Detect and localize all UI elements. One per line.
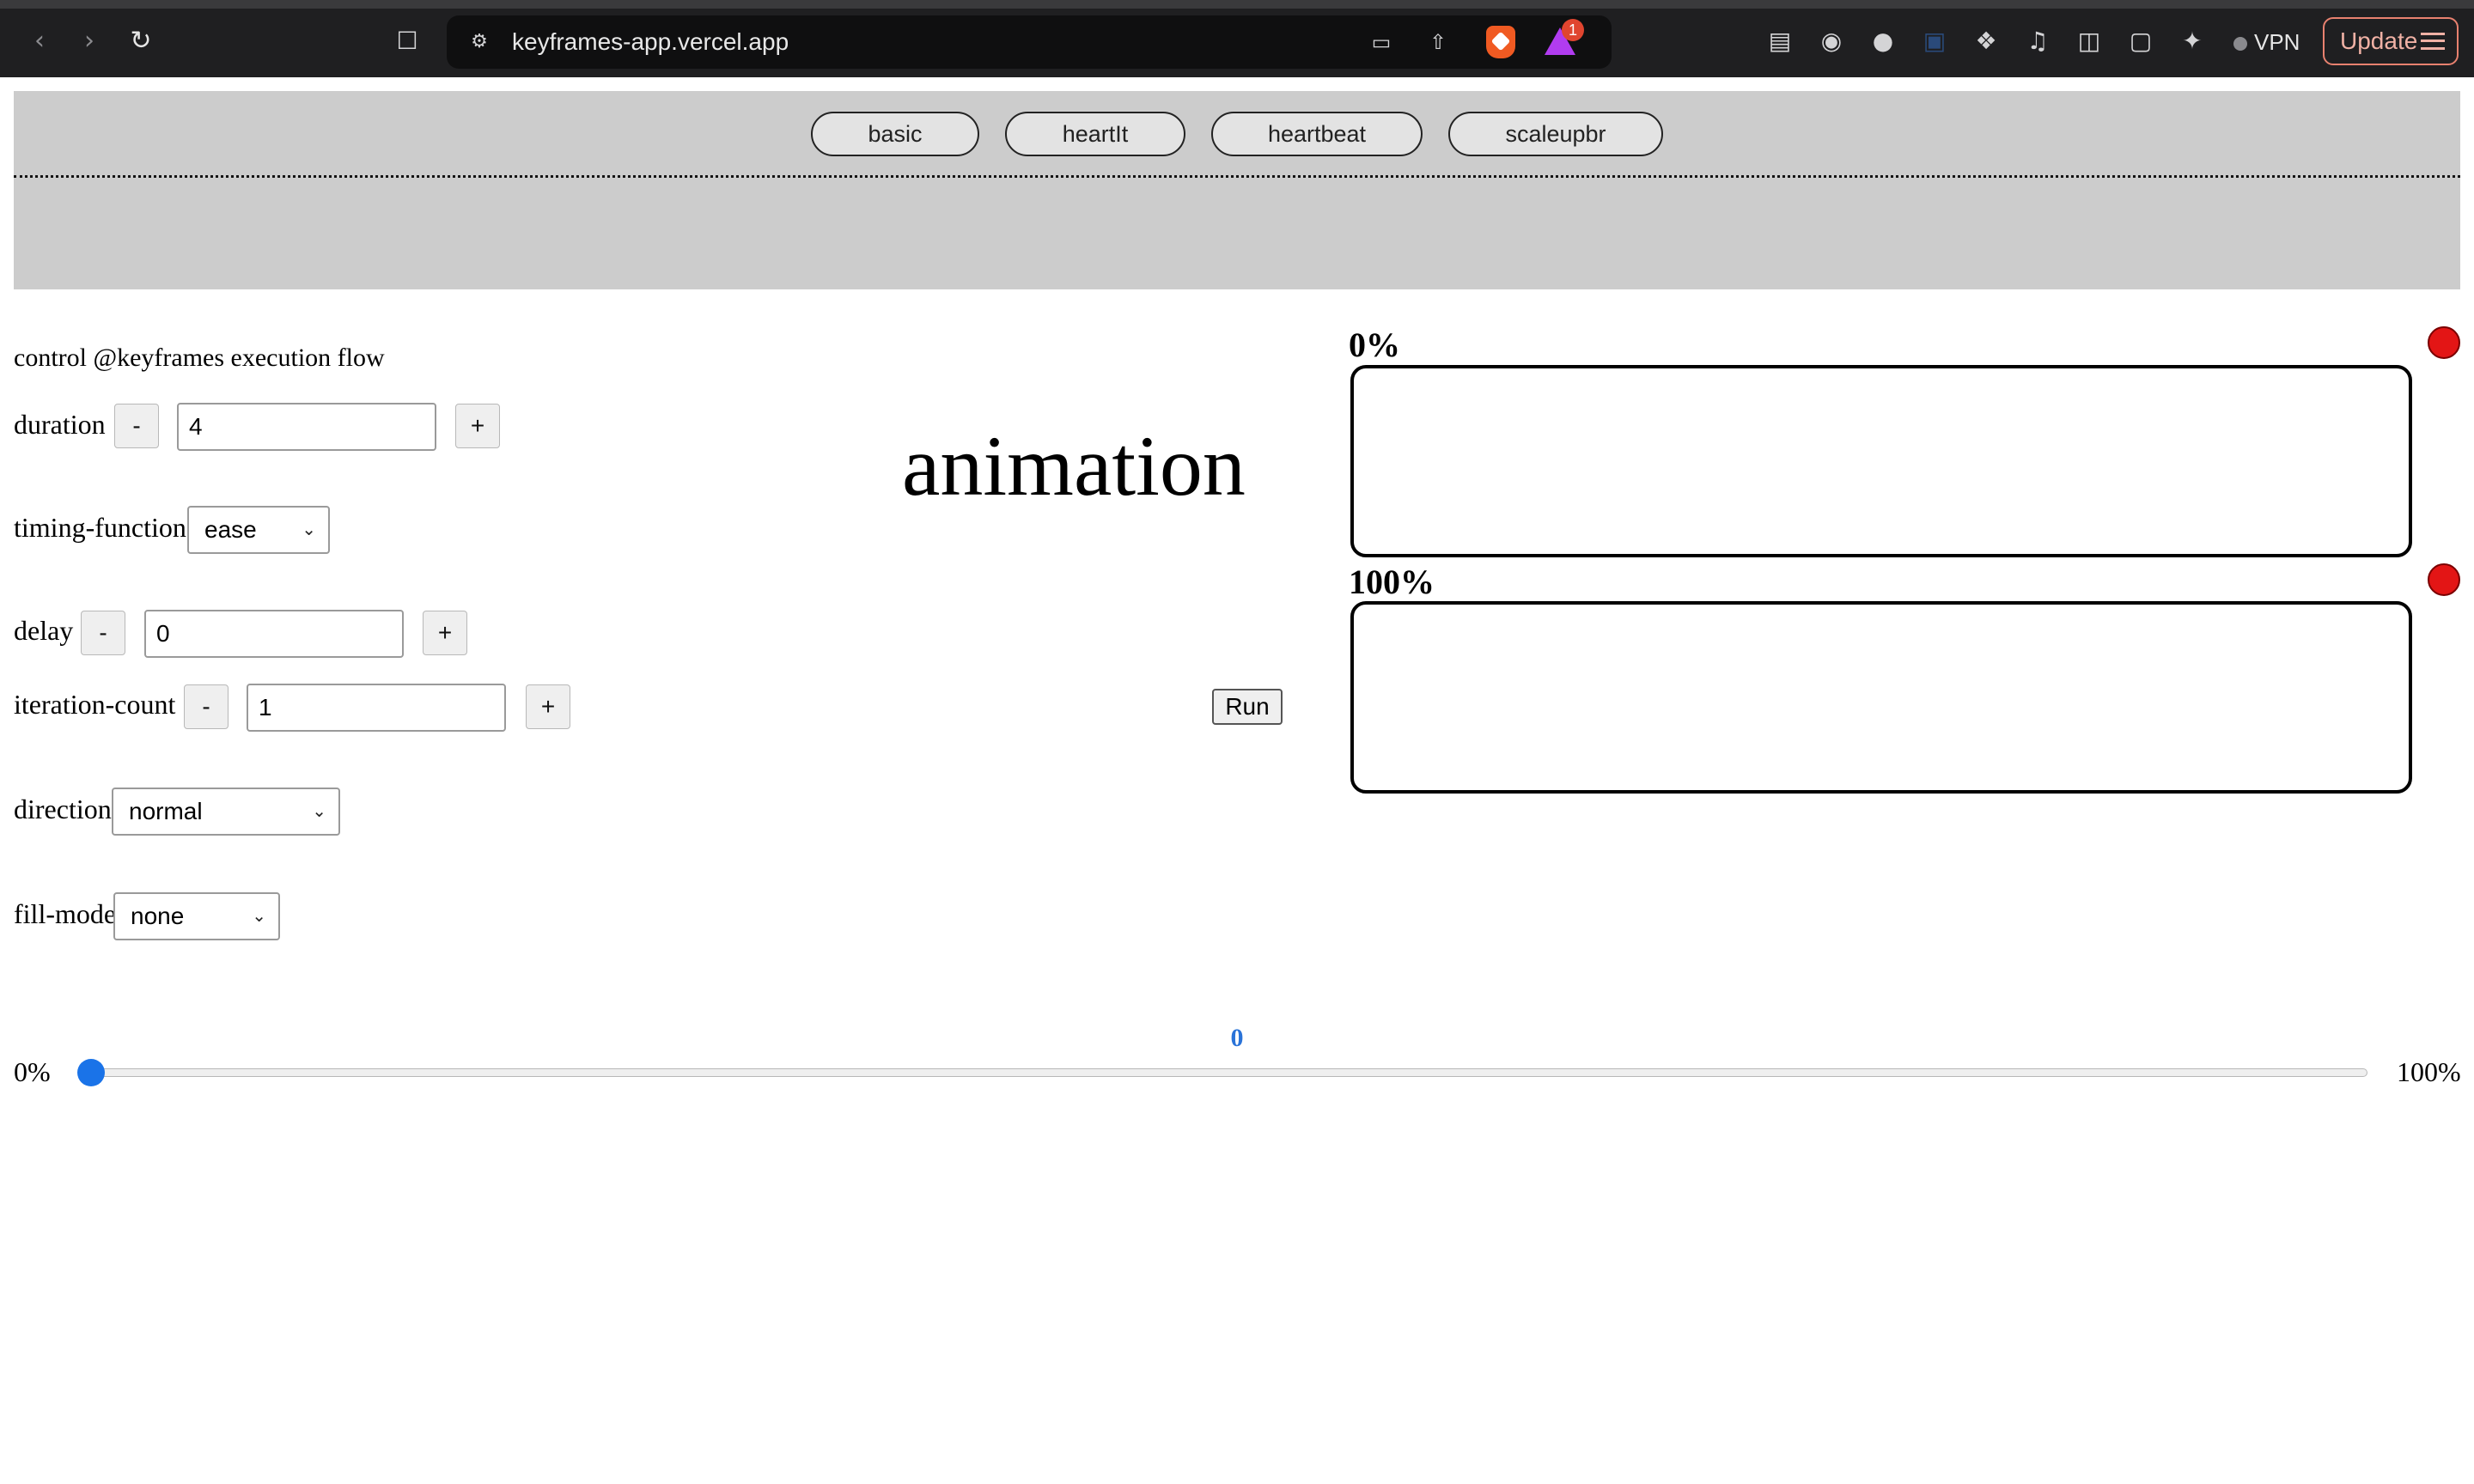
extension-files-icon[interactable]: ▤	[1763, 24, 1797, 58]
keyframe-100-remove-button[interactable]	[2428, 563, 2460, 596]
url-text: keyframes-app.vercel.app	[512, 28, 789, 55]
browser-toolbar: ‹ › ↻ ☐ ⚙ keyframes-app.vercel.app ▭ ⇧ 1…	[0, 0, 2474, 77]
preset-heartit-button[interactable]: heartIt	[1005, 112, 1185, 156]
extension-camera-icon[interactable]: ▣	[1917, 24, 1952, 58]
leo-ai-icon[interactable]: ✦	[2175, 24, 2209, 58]
controls-heading: control @keyframes execution flow	[14, 344, 385, 372]
delay-decrement-button[interactable]: -	[81, 611, 125, 655]
vpn-button[interactable]: VPN	[2225, 22, 2308, 62]
keyframe-100-label: 100%	[1349, 563, 1435, 601]
iteration-count-decrement-button[interactable]: -	[184, 684, 229, 729]
banner-divider	[14, 175, 2460, 178]
vpn-status-icon	[2233, 37, 2247, 52]
direction-value: normal	[129, 798, 203, 824]
vpn-label: VPN	[2254, 29, 2300, 55]
duration-decrement-button[interactable]: -	[114, 404, 159, 448]
chevron-down-icon: ⌄	[252, 907, 266, 926]
chevron-down-icon: ⌄	[302, 520, 316, 539]
sidebar-icon[interactable]: ◫	[2072, 24, 2106, 58]
window-top-edge	[0, 0, 2474, 9]
keyframe-100-editor[interactable]	[1350, 601, 2412, 794]
preset-banner: basic heartIt heartbeat scaleupbr	[14, 91, 2460, 289]
install-app-icon[interactable]: ▭	[1364, 25, 1398, 59]
menu-icon	[2421, 33, 2445, 50]
direction-label: direction	[14, 794, 112, 824]
timing-function-select[interactable]: ease ⌄	[187, 506, 330, 554]
fill-mode-value: none	[131, 903, 185, 929]
bookmark-icon[interactable]: ☐	[390, 24, 424, 58]
timing-function-label: timing-function	[14, 512, 186, 543]
delay-increment-button[interactable]: +	[423, 611, 467, 655]
rewards-badge: 1	[1562, 19, 1584, 41]
keyframe-0-label: 0%	[1349, 325, 1400, 364]
media-music-icon[interactable]: ♫	[2020, 24, 2055, 58]
preset-scaleupbr-button[interactable]: scaleupbr	[1448, 112, 1663, 156]
direction-select[interactable]: normal ⌄	[112, 788, 340, 836]
keyframe-0-remove-button[interactable]	[2428, 326, 2460, 359]
iteration-count-input[interactable]: 1	[247, 684, 506, 732]
brave-shields-icon[interactable]	[1486, 26, 1515, 58]
delay-input[interactable]: 0	[144, 610, 404, 658]
reload-icon[interactable]: ↻	[124, 24, 158, 58]
animation-preview-text: animation	[902, 418, 1246, 514]
duration-input[interactable]: 4	[177, 403, 436, 451]
run-button[interactable]: Run	[1212, 689, 1283, 725]
share-icon[interactable]: ⇧	[1421, 25, 1455, 59]
iteration-count-increment-button[interactable]: +	[526, 684, 570, 729]
keyframe-0-editor[interactable]	[1350, 365, 2412, 557]
preset-basic-button[interactable]: basic	[811, 112, 979, 156]
duration-increment-button[interactable]: +	[455, 404, 500, 448]
timeline-slider-track[interactable]	[82, 1068, 2367, 1077]
update-button[interactable]: Update	[2323, 17, 2459, 65]
site-settings-icon[interactable]: ⚙	[462, 25, 497, 59]
update-label: Update	[2340, 27, 2418, 54]
timeline-slider-thumb[interactable]	[77, 1059, 105, 1086]
forward-icon[interactable]: ›	[72, 24, 107, 58]
delay-label: delay	[14, 615, 74, 646]
back-icon[interactable]: ‹	[22, 24, 57, 58]
extensions-puzzle-icon[interactable]: ❖	[1969, 24, 2003, 58]
fill-mode-label: fill-mode	[14, 898, 117, 929]
timing-function-value: ease	[204, 516, 257, 543]
duration-label: duration	[14, 409, 106, 440]
iteration-count-label: iteration-count	[14, 689, 176, 720]
preset-heartbeat-button[interactable]: heartbeat	[1211, 112, 1423, 156]
chevron-down-icon: ⌄	[312, 802, 326, 821]
timeline-max-label: 100%	[2397, 1056, 2461, 1087]
timeline-value: 0	[1230, 1024, 1244, 1052]
fill-mode-select[interactable]: none ⌄	[113, 892, 280, 940]
extension-color-icon[interactable]: ◉	[1814, 24, 1849, 58]
address-bar[interactable]: ⚙ keyframes-app.vercel.app ▭ ⇧	[447, 15, 1612, 69]
timeline-min-label: 0%	[14, 1056, 51, 1087]
extension-globe-icon[interactable]: ●	[1866, 24, 1900, 58]
wallet-icon[interactable]: ▢	[2124, 24, 2158, 58]
